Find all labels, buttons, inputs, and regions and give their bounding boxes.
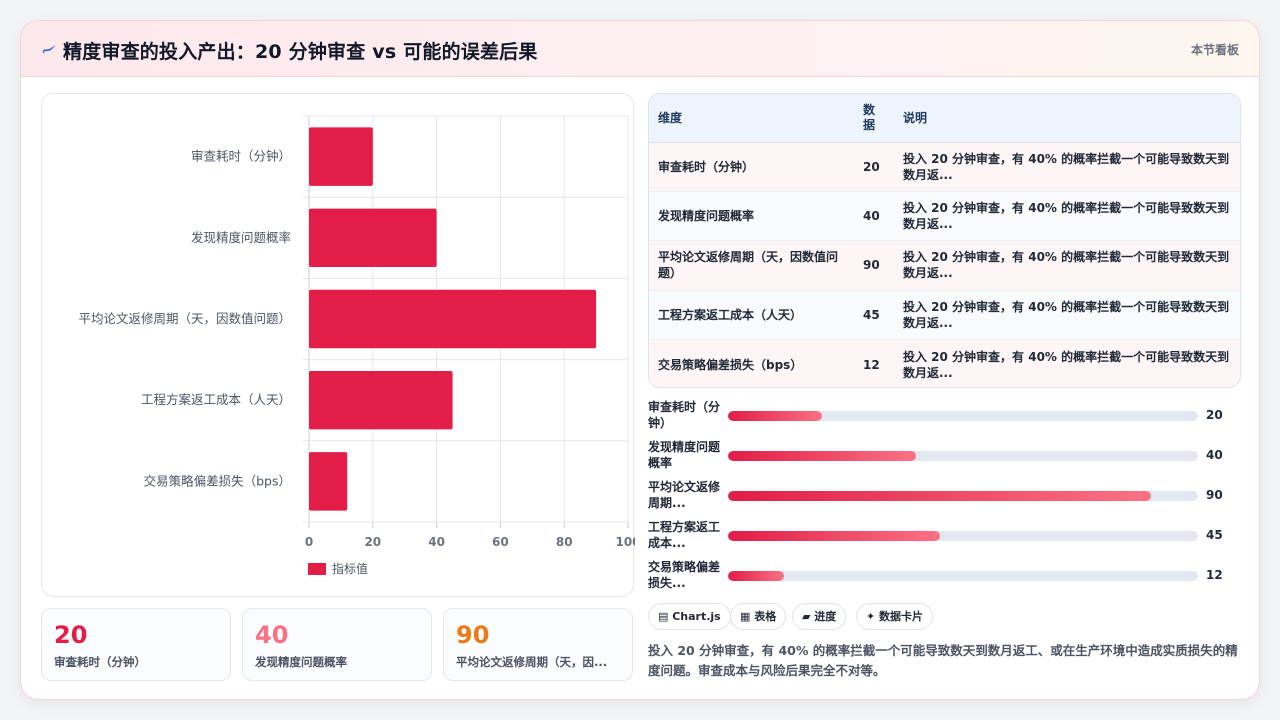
y-category-label: 交易策略偏差损失（bps） (144, 473, 291, 488)
stat-label: 审查耗时（分钟） (54, 655, 146, 669)
progress-row: 审查耗时（分钟） 20 (648, 399, 1241, 433)
progress-label: 审查耗时（分钟） (648, 400, 721, 430)
x-tick-label: 40 (428, 535, 445, 549)
x-tick-label: 60 (492, 535, 509, 549)
stat-value: 20 (54, 621, 88, 649)
bar-chart: 0 20 40 60 80 100 审查耗时（分钟） 发现精度问题概率平均论文返修周期（天，因… (78, 115, 635, 576)
y-category-label: 发现精度问题概率 (191, 230, 291, 245)
cell-value: 20 (854, 142, 894, 192)
progress-track (728, 491, 1198, 501)
tech-tag: ▦ 表格 (730, 603, 787, 630)
table-row: 交易策略偏差损失（bps） 12 投入 20 分钟审查，有 40% 的概率拦截一个可… (649, 339, 1240, 387)
stat-value: 90 (456, 621, 490, 649)
x-tick-label: 0 (305, 535, 313, 549)
table-header-dimension: 维度 (649, 94, 854, 143)
cell-dimension: 交易策略偏差损失（bps） (649, 339, 854, 387)
progress-label: 平均论文返修周期... (648, 480, 721, 510)
stat-card: 40 发现精度问题概率 (242, 608, 432, 681)
progress-fill (728, 411, 822, 421)
stat-card: 20 审查耗时（分钟） (41, 608, 231, 681)
progress-value: 45 (1206, 528, 1223, 542)
page-title: 精度审查的投入产出：20 分钟审查 vs 可能的误差后果 (63, 41, 538, 63)
cell-dimension: 审查耗时（分钟） (649, 142, 854, 192)
cell-dimension: 发现精度问题概率 (649, 191, 854, 242)
summary-text: 投入 20 分钟审查，有 40% 的概率拦截一个可能导致数天到数月返工、或在生产… (648, 643, 1238, 678)
y-category-label: 审查耗时（分钟） (191, 149, 291, 164)
x-tick-label: 100 (615, 535, 635, 549)
x-tick-label: 80 (556, 535, 573, 549)
table-row: 审查耗时（分钟） 20 投入 20 分钟审查，有 40% 的概率拦截一个可能导致数天… (649, 142, 1240, 192)
data-table-panel: 维度 数据 说明 审查耗时（分钟） 20 投入 20 分钟审查，有 40% 的概率拦… (648, 93, 1241, 388)
table-header-value: 数据 (854, 94, 894, 143)
legend-label: 指标值 (332, 561, 368, 576)
cell-value: 40 (854, 191, 894, 242)
cell-value: 45 (854, 290, 894, 341)
cell-value: 90 (854, 240, 894, 291)
swallow-icon (42, 45, 56, 54)
progress-fill (728, 571, 785, 581)
cell-dimension: 工程方案返工成本（人天） (649, 290, 854, 341)
progress-value: 90 (1206, 488, 1223, 502)
progress-track (728, 411, 1198, 421)
stat-label: 平均论文返修周期（天，因... (456, 655, 608, 669)
table-header-description: 说明 (894, 94, 1240, 143)
table-row: 平均论文返修周期（天，因数值问题） 90 投入 20 分钟审查，有 40% 的概率拦… (649, 240, 1240, 291)
cell-description: 投入 20 分钟审查，有 40% 的概率拦截一个可能导致数天到数月返... (894, 240, 1240, 291)
progress-label: 交易策略偏差损失... (648, 560, 721, 590)
progress-fill (728, 451, 916, 461)
stat-card: 90 平均论文返修周期（天，因... (443, 608, 633, 681)
cell-value: 12 (854, 339, 894, 387)
table-row: 工程方案返工成本（人天） 45 投入 20 分钟审查，有 40% 的概率拦截一个可能… (649, 290, 1240, 341)
y-category-label: 平均论文返修周期（天，因数值问题） (78, 311, 291, 326)
progress-row: 平均论文返修周期... 90 (648, 479, 1241, 513)
progress-value: 40 (1206, 448, 1223, 462)
cell-dimension: 平均论文返修周期（天，因数值问题） (649, 240, 854, 291)
bar (309, 289, 597, 349)
section-board-link[interactable]: 本节看板 (1191, 41, 1239, 58)
progress-track (728, 451, 1198, 461)
header-bar: 精度审查的投入产出：20 分钟审查 vs 可能的误差后果 本节看板 (21, 21, 1259, 77)
stat-value: 40 (255, 621, 289, 649)
stat-label: 发现精度问题概率 (255, 655, 347, 669)
tech-tag: ▤ Chart.js (648, 603, 731, 630)
tech-tag: ▰ 进度 (792, 603, 847, 630)
cell-description: 投入 20 分钟审查，有 40% 的概率拦截一个可能导致数天到数月返... (894, 290, 1240, 341)
bar (309, 370, 453, 430)
progress-label: 工程方案返工成本... (648, 520, 721, 550)
y-category-label: 工程方案返工成本（人天） (141, 392, 291, 407)
progress-label: 发现精度问题概率 (648, 440, 721, 470)
cell-description: 投入 20 分钟审查，有 40% 的概率拦截一个可能导致数天到数月返... (894, 142, 1240, 192)
progress-row: 发现精度问题概率 40 (648, 439, 1241, 473)
progress-fill (728, 491, 1151, 501)
bar (309, 452, 348, 511)
cell-description: 投入 20 分钟审查，有 40% 的概率拦截一个可能导致数天到数月返... (894, 191, 1240, 242)
table-header-row: 维度 数据 说明 (649, 94, 1240, 143)
x-tick-label: 20 (364, 535, 381, 549)
table-body: 审查耗时（分钟） 20 投入 20 分钟审查，有 40% 的概率拦截一个可能导致数天… (649, 142, 1240, 387)
bar (309, 127, 373, 186)
progress-value: 20 (1206, 408, 1223, 422)
cell-description: 投入 20 分钟审查，有 40% 的概率拦截一个可能导致数天到数月返... (894, 339, 1240, 387)
dashboard-card: 精度审查的投入产出：20 分钟审查 vs 可能的误差后果 本节看板 0 20 40 6… (20, 20, 1260, 700)
legend-swatch (308, 563, 326, 575)
bar (309, 208, 437, 268)
progress-track (728, 571, 1198, 581)
data-table: 维度 数据 说明 审查耗时（分钟） 20 投入 20 分钟审查，有 40% 的概率拦… (649, 94, 1240, 387)
progress-row: 工程方案返工成本... 45 (648, 519, 1241, 553)
table-row: 发现精度问题概率 40 投入 20 分钟审查，有 40% 的概率拦截一个可能导致数天… (649, 191, 1240, 242)
progress-track (728, 531, 1198, 541)
progress-row: 交易策略偏差损失... 12 (648, 559, 1241, 593)
progress-fill (728, 531, 940, 541)
bar-chart-panel: 0 20 40 60 80 100 审查耗时（分钟） 发现精度问题概率平均论文返修周期（天，因… (41, 93, 635, 597)
tech-tag: ✦ 数据卡片 (856, 603, 934, 630)
progress-value: 12 (1206, 568, 1223, 582)
